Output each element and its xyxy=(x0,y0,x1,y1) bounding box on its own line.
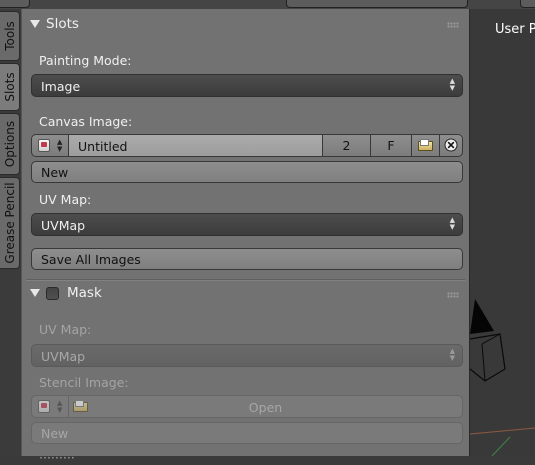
fake-user-toggle[interactable]: F xyxy=(370,134,412,157)
tool-shelf-panel: Slots Painting Mode: Image ▲ ▼ Canvas Ima… xyxy=(21,9,470,465)
axis-line-green xyxy=(491,436,511,456)
tool-shelf-tabs: Tools Slots Options Grease Pencil xyxy=(0,9,21,456)
spinner-arrows-icon: ▲ ▼ xyxy=(57,399,63,414)
stencil-browse-button[interactable]: ▲ ▼ xyxy=(31,395,69,418)
painting-mode-label: Painting Mode: xyxy=(39,53,132,68)
header-button[interactable] xyxy=(0,0,30,8)
image-name-value: Untitled xyxy=(78,139,128,154)
fake-user-label: F xyxy=(387,138,395,153)
collapse-triangle-icon[interactable] xyxy=(30,289,40,297)
dropdown-arrows-icon: ▲ ▼ xyxy=(449,216,455,231)
header-field[interactable] xyxy=(286,0,468,8)
image-users-value: 2 xyxy=(342,138,351,153)
stencil-new-button[interactable]: New xyxy=(31,422,463,444)
tab-label: Grease Pencil xyxy=(2,182,17,264)
open-button-label: Open xyxy=(248,400,283,415)
tab-slots[interactable]: Slots xyxy=(0,63,20,111)
mask-uv-map-value: UVMap xyxy=(41,349,86,364)
canvas-image-selector: ▲ ▼ Untitled 2 F xyxy=(31,134,463,157)
stencil-image-label: Stencil Image: xyxy=(39,375,129,390)
image-users-count[interactable]: 2 xyxy=(322,134,371,157)
drag-grip-icon[interactable] xyxy=(447,22,459,28)
save-all-images-label: Save All Images xyxy=(41,252,141,267)
uv-map-label: UV Map: xyxy=(39,192,92,207)
wireframe-edge xyxy=(481,343,486,382)
header-button[interactable] xyxy=(520,0,535,8)
uv-map-value: UVMap xyxy=(41,218,86,233)
slots-panel-header[interactable]: Slots xyxy=(30,13,79,35)
new-image-button[interactable]: New xyxy=(31,161,463,183)
painting-mode-dropdown[interactable]: Image ▲ ▼ xyxy=(31,74,463,97)
spinner-arrows-icon: ▲ ▼ xyxy=(57,138,63,153)
dropdown-arrows-icon: ▲ ▼ xyxy=(449,77,455,92)
mask-panel-header[interactable]: Mask xyxy=(30,282,102,304)
save-all-images-button[interactable]: Save All Images xyxy=(31,248,463,270)
black-mesh-shape xyxy=(470,299,494,334)
open-image-button[interactable] xyxy=(411,134,440,157)
painting-mode-value: Image xyxy=(41,79,81,94)
image-browse-icon xyxy=(38,139,50,152)
slots-panel-title: Slots xyxy=(46,16,79,32)
dropdown-arrows-icon: ▲ ▼ xyxy=(449,347,455,362)
uv-map-dropdown[interactable]: UVMap ▲ ▼ xyxy=(31,213,463,236)
image-name-field[interactable]: Untitled xyxy=(68,134,323,157)
tab-label: Options xyxy=(2,120,17,168)
stencil-image-selector: ▲ ▼ Open xyxy=(31,395,463,418)
folder-icon xyxy=(418,139,434,151)
viewport-objects xyxy=(470,299,535,456)
axis-line-red xyxy=(470,427,535,435)
tab-grease-pencil[interactable]: Grease Pencil xyxy=(0,177,20,269)
stencil-new-label: New xyxy=(41,426,69,441)
mask-panel-title: Mask xyxy=(67,285,102,301)
drag-grip-icon[interactable] xyxy=(447,292,459,298)
image-browse-button[interactable]: ▲ ▼ xyxy=(31,134,69,157)
unlink-image-button[interactable] xyxy=(439,134,463,157)
canvas-image-label: Canvas Image: xyxy=(39,114,133,129)
mask-uv-map-label: UV Map: xyxy=(39,322,92,337)
tab-tools[interactable]: Tools xyxy=(0,11,20,61)
panel-divider xyxy=(26,279,465,281)
image-browse-icon xyxy=(38,400,50,413)
truncated-label: ········· xyxy=(39,450,75,465)
tab-label: Tools xyxy=(2,21,17,51)
new-button-label: New xyxy=(41,165,69,180)
mask-uv-map-dropdown[interactable]: UVMap ▲ ▼ xyxy=(31,344,463,367)
stencil-open-button[interactable]: Open xyxy=(68,395,463,418)
3d-viewport[interactable]: User P xyxy=(470,9,535,456)
top-header-strip xyxy=(0,0,535,9)
collapse-triangle-icon[interactable] xyxy=(30,20,40,28)
tab-label: Slots xyxy=(2,72,17,102)
close-icon xyxy=(444,138,458,152)
mask-enable-checkbox[interactable] xyxy=(46,286,59,300)
tab-options[interactable]: Options xyxy=(0,113,20,175)
